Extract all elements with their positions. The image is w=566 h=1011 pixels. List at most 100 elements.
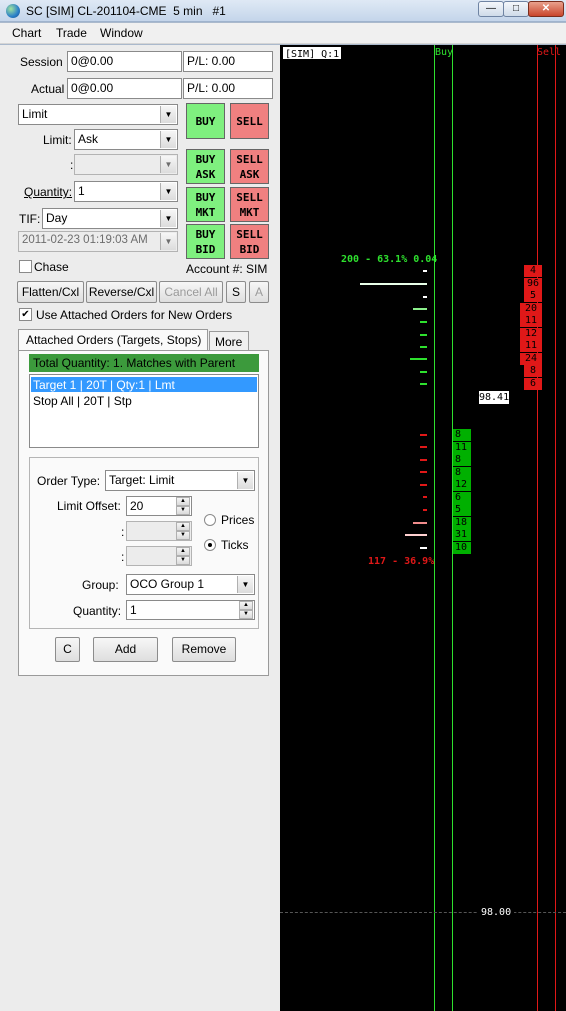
buy-line-1 — [434, 45, 435, 1011]
attached-quantity-stepper[interactable]: 1 ▲ ▼ — [126, 600, 255, 620]
quantity-select[interactable]: 1 ▼ — [74, 181, 178, 202]
colon-label-1: : — [121, 525, 125, 539]
list-item-label: Target 1 | 20T | Qty:1 | Lmt — [33, 378, 175, 392]
attached-order-type-value: Target: Limit — [109, 473, 175, 487]
use-attached-orders-label: Use Attached Orders for New Orders — [36, 308, 233, 322]
price-gridline — [280, 912, 566, 913]
tif-label: TIF: — [19, 212, 41, 226]
ask-size: 6 — [524, 378, 542, 390]
cancel-all-button[interactable]: Cancel All — [159, 281, 223, 303]
close-button[interactable]: ✕ — [528, 1, 564, 17]
stepper-up-icon[interactable]: ▲ — [176, 497, 190, 506]
sell-ask-button[interactable]: SELL ASK — [230, 149, 269, 184]
chase-checkbox[interactable] — [19, 260, 32, 273]
limit-offset-value: 20 — [130, 499, 144, 513]
bid-size: 8 — [453, 454, 471, 466]
a-button[interactable]: A — [249, 281, 269, 303]
limit-price-select[interactable]: Ask ▼ — [74, 129, 178, 150]
attached-order-type-select[interactable]: Target: Limit ▼ — [105, 470, 255, 491]
volume-tick — [420, 434, 427, 436]
stop-offset-stepper: ▲ ▼ — [126, 521, 192, 541]
ask-size: 20 — [520, 303, 542, 315]
tab-more[interactable]: More — [209, 331, 249, 351]
menu-chart[interactable]: Chart — [12, 26, 41, 40]
tab-attached-orders[interactable]: Attached Orders (Targets, Stops) — [18, 329, 208, 351]
sell-line-2 — [555, 45, 556, 1011]
add-button[interactable]: Add — [93, 637, 158, 662]
volume-tick — [420, 371, 427, 373]
stepper-down-icon[interactable]: ▼ — [176, 506, 190, 515]
chevron-down-icon[interactable]: ▼ — [237, 576, 253, 593]
buy-mkt-button[interactable]: BUY MKT — [186, 187, 225, 222]
reverse-cancel-button[interactable]: Reverse/Cxl — [86, 281, 157, 303]
list-item[interactable]: Stop All | 20T | Stp — [31, 393, 257, 408]
buy-bid-line1: BUY — [195, 227, 216, 241]
good-till-date-value: 2011-02-23 01:19:03 AM — [22, 234, 148, 246]
oco-group-select[interactable]: OCO Group 1 ▼ — [126, 574, 255, 595]
blank-colon-label: : — [70, 158, 74, 172]
volume-tick — [423, 296, 427, 298]
menu-window[interactable]: Window — [100, 26, 143, 40]
chevron-down-icon[interactable]: ▼ — [160, 210, 176, 227]
chevron-down-icon[interactable]: ▼ — [160, 131, 176, 148]
buy-bid-line2: BID — [195, 242, 216, 256]
maximize-button[interactable]: □ — [503, 1, 529, 17]
stepper-down-icon: ▼ — [176, 556, 190, 565]
attached-orders-list[interactable]: Target 1 | 20T | Qty:1 | Lmt Stop All | … — [29, 374, 259, 448]
prices-radio[interactable] — [204, 514, 216, 526]
limit-offset-stepper[interactable]: 20 ▲ ▼ — [126, 496, 192, 516]
buy-mkt-line2: MKT — [195, 205, 216, 219]
volume-tick — [420, 547, 427, 549]
minimize-button[interactable]: — — [478, 1, 504, 17]
ask-size: 11 — [520, 340, 542, 352]
sim-quantity-label: [SIM] Q:1 — [283, 47, 342, 60]
use-attached-orders-checkbox[interactable]: ✔ — [19, 308, 32, 321]
buy-ask-line2: ASK — [195, 167, 216, 181]
buy-ask-line1: BUY — [195, 152, 216, 166]
session-label: Session — [20, 55, 63, 69]
buy-button[interactable]: BUY — [186, 103, 225, 139]
order-type-select[interactable]: Limit ▼ — [18, 104, 178, 125]
colon-label-2: : — [121, 550, 125, 564]
remove-button[interactable]: Remove — [172, 637, 236, 662]
volume-tick — [420, 459, 427, 461]
chevron-down-icon[interactable]: ▼ — [160, 183, 176, 200]
chase-label: Chase — [34, 260, 69, 274]
attached-quantity-label: Quantity: — [73, 604, 122, 618]
good-till-date-select: 2011-02-23 01:19:03 AM ▼ — [18, 231, 178, 252]
list-item[interactable]: Target 1 | 20T | Qty:1 | Lmt — [31, 377, 257, 392]
c-button[interactable]: C — [55, 637, 80, 662]
ask-size: 4 — [524, 265, 542, 277]
ask-size: 5 — [524, 290, 542, 302]
menu-trade[interactable]: Trade — [56, 26, 87, 40]
chart-area[interactable]: [SIM] Q:1 Buy Sell 200 - 63.1% 0.04 117 … — [280, 45, 566, 1011]
sell-mkt-button[interactable]: SELL MKT — [230, 187, 269, 222]
title-bar[interactable]: SC [SIM] CL-201104-CME 5 min #1 — □ ✕ — [0, 0, 566, 22]
volume-tick — [420, 346, 427, 348]
ticks-radio[interactable] — [204, 539, 216, 551]
s-button[interactable]: S — [226, 281, 246, 303]
stepper-up-icon: ▲ — [176, 522, 190, 531]
stepper-up-icon[interactable]: ▲ — [239, 601, 253, 610]
sell-bid-line2: BID — [239, 242, 260, 256]
buy-ask-button[interactable]: BUY ASK — [186, 149, 225, 184]
ask-size: 8 — [524, 365, 542, 377]
tif-select[interactable]: Day ▼ — [42, 208, 178, 229]
bid-size: 31 — [453, 529, 471, 541]
trail-offset-stepper: ▲ ▼ — [126, 546, 192, 566]
sell-button[interactable]: SELL — [230, 103, 269, 139]
sell-ask-line2: ASK — [239, 167, 260, 181]
chevron-down-icon[interactable]: ▼ — [160, 106, 176, 123]
stepper-down-icon[interactable]: ▼ — [239, 610, 253, 619]
sell-column-label: Sell — [537, 47, 562, 58]
buy-mkt-line1: BUY — [195, 190, 216, 204]
flatten-cancel-button[interactable]: Flatten/Cxl — [17, 281, 84, 303]
chevron-down-icon[interactable]: ▼ — [237, 472, 253, 489]
sell-bid-button[interactable]: SELL BID — [230, 224, 269, 259]
volume-tick — [420, 334, 427, 336]
bid-size: 5 — [453, 504, 471, 516]
trade-window-panel: Session 0@0.00 P/L: 0.00 Actual 0@0.00 P… — [0, 45, 280, 1011]
buy-bid-button[interactable]: BUY BID — [186, 224, 225, 259]
buy-button-label: BUY — [195, 114, 216, 128]
limit-label: Limit: — [43, 133, 72, 147]
